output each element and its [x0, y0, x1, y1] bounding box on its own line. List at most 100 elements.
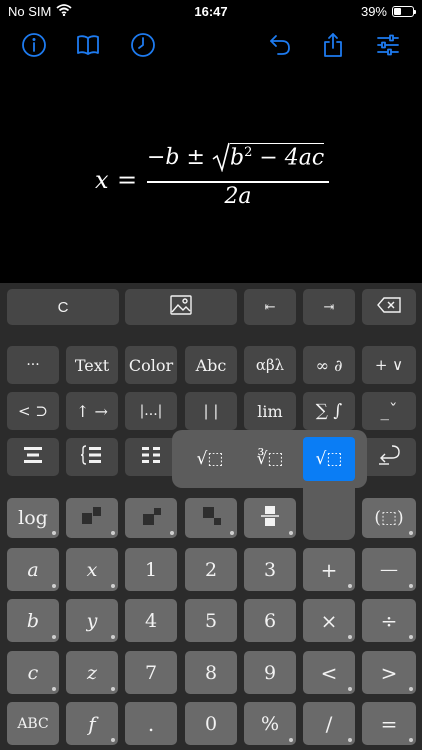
norm-button[interactable]: | |: [185, 392, 237, 430]
key-z[interactable]: z: [66, 651, 118, 694]
decimal-point-key[interactable]: .: [125, 702, 177, 745]
accents-button[interactable]: _ˇ: [362, 392, 416, 430]
absolute-value-button[interactable]: |...|: [125, 392, 177, 430]
cursor-end-button[interactable]: ⇥: [303, 289, 355, 325]
key-0[interactable]: 0: [185, 702, 237, 745]
cases-button[interactable]: [66, 438, 118, 476]
num-minus-b: −b: [147, 145, 180, 170]
key-3[interactable]: 3: [244, 548, 296, 591]
book-icon[interactable]: [71, 28, 105, 62]
slash-button[interactable]: /: [303, 702, 355, 745]
superscript-layout-icon: [80, 505, 104, 532]
greek-button[interactable]: αβλ: [244, 346, 296, 384]
undo-icon[interactable]: [263, 28, 297, 62]
radicand-minus: −: [259, 145, 278, 170]
key-c[interactable]: c: [7, 651, 59, 694]
more-button[interactable]: ···: [7, 346, 59, 384]
battery-icon: [392, 6, 416, 17]
key-b[interactable]: b: [7, 599, 59, 642]
cube-root-option[interactable]: ∛⬚: [244, 437, 296, 481]
arrows-button[interactable]: ↑ →: [66, 392, 118, 430]
fraction-button[interactable]: [244, 498, 296, 538]
num-plus-minus: ±: [186, 145, 205, 170]
key-4[interactable]: 4: [125, 599, 177, 642]
operators-button[interactable]: + ∨: [362, 346, 416, 384]
radical-sign: [212, 142, 230, 173]
fraction: −b ± b2 − 4ac 2a: [147, 140, 329, 216]
less-than-button[interactable]: <: [303, 651, 355, 694]
key-z-label: z: [86, 661, 97, 684]
log-button[interactable]: log: [7, 498, 59, 538]
equation-lhs: x: [95, 166, 109, 194]
key-x[interactable]: x: [66, 548, 118, 591]
clear-button[interactable]: C: [7, 289, 119, 325]
top-toolbar: [0, 28, 422, 62]
battery-percent: 39%: [360, 4, 387, 19]
settings-sliders-icon[interactable]: [371, 28, 405, 62]
image-icon: [170, 294, 192, 320]
divide-button[interactable]: ÷: [362, 599, 416, 642]
parentheses-button[interactable]: (⬚): [362, 498, 416, 538]
key-6[interactable]: 6: [244, 599, 296, 642]
align-center-icon: [22, 446, 44, 469]
history-clock-icon[interactable]: [126, 28, 160, 62]
sum-integral-button[interactable]: ∑ ∫: [303, 392, 355, 430]
matrix-button[interactable]: [125, 438, 177, 476]
insert-image-button[interactable]: [125, 289, 237, 325]
font-style-button[interactable]: Abc: [185, 346, 237, 384]
radicand-b: b: [229, 145, 245, 170]
percent-button[interactable]: %: [244, 702, 296, 745]
align-button[interactable]: [7, 438, 59, 476]
key-9[interactable]: 9: [244, 651, 296, 694]
key-8[interactable]: 8: [185, 651, 237, 694]
key-2[interactable]: 2: [185, 548, 237, 591]
new-line-button[interactable]: [362, 438, 416, 476]
multiply-button[interactable]: ×: [303, 599, 355, 642]
clock-time: 16:47: [194, 4, 228, 19]
share-icon[interactable]: [316, 28, 350, 62]
return-icon: [376, 444, 402, 471]
key-y[interactable]: y: [66, 599, 118, 642]
function-label: f: [88, 711, 96, 736]
fraction-bar: [147, 181, 329, 183]
status-bar: No SIM 16:47 39%: [0, 0, 422, 24]
key-b-label: b: [26, 609, 40, 632]
alphabet-button[interactable]: ABC: [7, 702, 59, 745]
delete-left-icon: [377, 296, 401, 318]
plus-button[interactable]: +: [303, 548, 355, 591]
function-button[interactable]: f: [66, 702, 118, 745]
power-layout-icon: [139, 505, 163, 532]
equation-display[interactable]: x = −b ± b2 − 4ac 2a: [0, 140, 422, 220]
limit-button[interactable]: lim: [244, 392, 296, 430]
backspace-button[interactable]: [362, 289, 416, 325]
square-root-option[interactable]: √⬚: [184, 437, 236, 481]
equals-button[interactable]: =: [362, 702, 416, 745]
key-5[interactable]: 5: [185, 599, 237, 642]
nth-root-option[interactable]: √⬚: [303, 437, 355, 481]
key-a[interactable]: a: [7, 548, 59, 591]
key-7[interactable]: 7: [125, 651, 177, 694]
symbols-button[interactable]: ∞ ∂: [303, 346, 355, 384]
relations-button[interactable]: < ⊃: [7, 392, 59, 430]
minus-button[interactable]: —: [362, 548, 416, 591]
info-icon[interactable]: [17, 28, 51, 62]
root-options-popup: √⬚ ∛⬚ √⬚: [172, 430, 367, 488]
equals-sign: =: [117, 166, 138, 194]
text-button[interactable]: Text: [66, 346, 118, 384]
status-right: 39%: [360, 4, 416, 19]
color-button[interactable]: Color: [125, 346, 177, 384]
radicand-exponent: 2: [244, 144, 253, 160]
fraction-layout-icon: [259, 504, 281, 533]
matrix-icon: [140, 446, 162, 469]
greater-than-button[interactable]: >: [362, 651, 416, 694]
power-button[interactable]: [125, 498, 177, 538]
cursor-start-button[interactable]: ⇤: [244, 289, 296, 325]
math-keyboard: C ⇤ ⇥ ··· Text Color Abc αβλ ∞ ∂ + ∨ < ⊃…: [0, 283, 422, 750]
key-1[interactable]: 1: [125, 548, 177, 591]
superscript-button[interactable]: [66, 498, 118, 538]
fraction-numerator: −b ± b2 − 4ac: [147, 142, 325, 173]
key-y-label: y: [86, 609, 98, 632]
radicand: b2 − 4ac: [229, 142, 325, 170]
key-c-label: c: [27, 661, 39, 684]
subscript-button[interactable]: [185, 498, 237, 538]
